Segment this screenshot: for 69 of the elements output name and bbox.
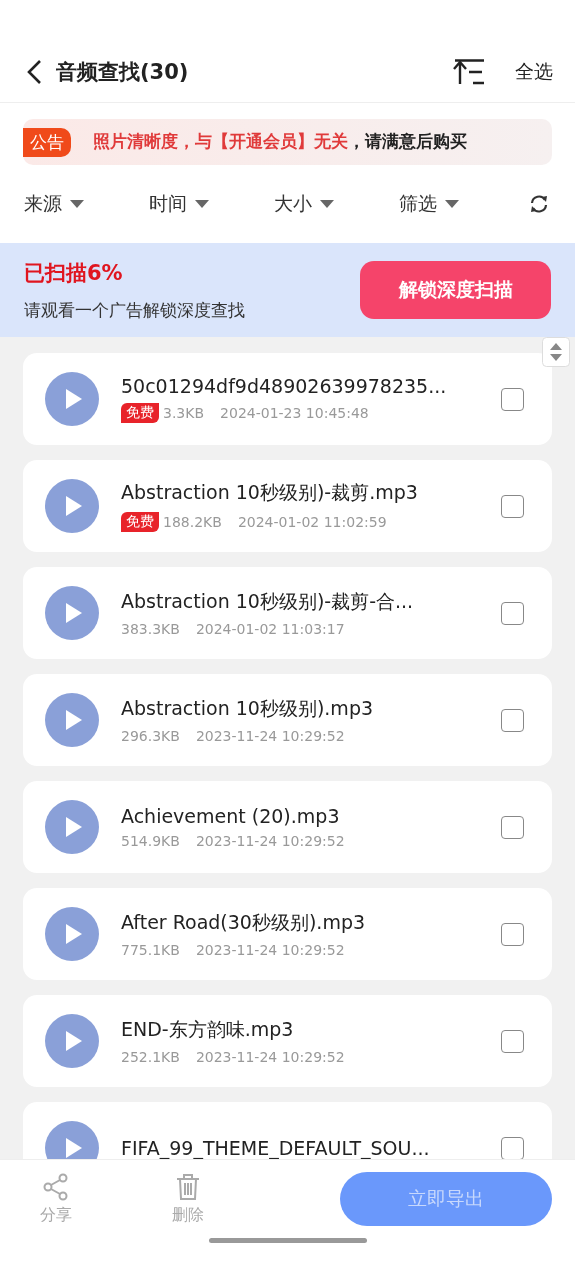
file-time: 2023-11-24 10:29:52	[195, 728, 345, 744]
file-size: 383.3KB	[121, 621, 180, 637]
checkbox[interactable]	[501, 494, 524, 518]
file-name: Achievement (20).mp3	[121, 805, 341, 827]
file-time: 2024-01-23 10:45:48	[220, 405, 369, 421]
file-size: 514.9KB	[121, 833, 180, 849]
scroll-handle-icon[interactable]	[542, 337, 570, 367]
back-icon[interactable]	[26, 59, 42, 85]
file-time: 2023-11-24 10:29:52	[195, 833, 345, 849]
free-tag: 免费	[121, 403, 159, 423]
filter-dropdown[interactable]: 筛选	[399, 191, 524, 217]
file-size: 296.3KB	[121, 728, 180, 744]
share-icon	[42, 1172, 70, 1201]
file-size: 775.1KB	[121, 942, 180, 958]
scan-hint: 请观看一个广告解锁深度查找	[24, 298, 245, 322]
file-time: 2023-11-24 10:29:52	[195, 1049, 345, 1065]
file-card[interactable]: Achievement (20).mp3 514.9KB 2023-11-24 10:29:52	[23, 781, 552, 873]
file-time: 2024-01-02 11:03:17	[195, 621, 345, 637]
file-name: Abstraction 10秒级别)-裁剪-合...	[121, 589, 415, 614]
file-name: FIFA_99_THEME_DEFAULT_SOU...	[121, 1137, 431, 1159]
page-title: 音频查找(30)	[56, 59, 190, 86]
notice-badge: 公告	[23, 127, 71, 157]
caret-icon	[70, 199, 84, 209]
file-card[interactable]: Abstraction 10秒级别)-裁剪.mp3 免费 188.2KB 2024-01-02 11:02:59	[23, 460, 552, 552]
checkbox[interactable]	[501, 1029, 524, 1053]
file-card[interactable]: 50c01294df9d48902639978235... 免费 3.3KB 2024-01-23 10:45:48	[23, 353, 552, 445]
play-icon[interactable]	[45, 1121, 99, 1159]
trash-icon	[174, 1172, 202, 1201]
filter-dropdown[interactable]: 时间	[149, 191, 274, 217]
file-size: 188.2KB	[163, 514, 222, 530]
file-time: 2023-11-24 10:29:52	[195, 942, 345, 958]
file-card[interactable]: Abstraction 10秒级别)-裁剪-合... 383.3KB 2024-01-02 11:03:17	[23, 567, 552, 659]
file-card[interactable]: END-东方韵味.mp3 252.1KB 2023-11-24 10:29:52	[23, 995, 552, 1087]
checkbox[interactable]	[501, 922, 524, 946]
play-icon[interactable]	[45, 800, 99, 854]
refresh-icon[interactable]	[529, 194, 549, 214]
free-tag: 免费	[121, 512, 159, 532]
checkbox[interactable]	[501, 815, 524, 839]
file-size: 3.3KB	[163, 405, 205, 421]
file-name: After Road(30秒级别).mp3	[121, 910, 367, 935]
checkbox[interactable]	[501, 708, 524, 732]
file-card[interactable]: FIFA_99_THEME_DEFAULT_SOU...	[23, 1102, 552, 1159]
caret-icon	[320, 199, 334, 209]
file-name: 50c01294df9d48902639978235...	[121, 375, 448, 397]
file-size: 252.1KB	[121, 1049, 180, 1065]
caret-icon	[195, 199, 209, 209]
sort-icon[interactable]	[453, 59, 485, 85]
caret-icon	[445, 199, 459, 209]
select-all-button[interactable]: 全选	[515, 59, 553, 85]
play-icon[interactable]	[45, 693, 99, 747]
checkbox[interactable]	[501, 601, 524, 625]
play-icon[interactable]	[45, 372, 99, 426]
file-time: 2024-01-02 11:02:59	[237, 514, 387, 530]
play-icon[interactable]	[45, 586, 99, 640]
play-icon[interactable]	[45, 907, 99, 961]
filter-dropdown[interactable]: 来源	[24, 191, 149, 217]
scan-status: 已扫描6%	[24, 259, 124, 287]
unlock-scan-button[interactable]: 解锁深度扫描	[360, 261, 551, 319]
play-icon[interactable]	[45, 1014, 99, 1068]
file-name: Abstraction 10秒级别).mp3	[121, 696, 375, 721]
checkbox[interactable]	[501, 387, 524, 411]
notice-text: 照片清晰度，与【开通会员】无关，请满意后购买	[93, 131, 467, 153]
checkbox[interactable]	[501, 1136, 524, 1159]
file-card[interactable]: Abstraction 10秒级别).mp3 296.3KB 2023-11-24 10:29:52	[23, 674, 552, 766]
file-card[interactable]: After Road(30秒级别).mp3 775.1KB 2023-11-24 10:29:52	[23, 888, 552, 980]
filter-dropdown[interactable]: 大小	[274, 191, 399, 217]
play-icon[interactable]	[45, 479, 99, 533]
file-name: Abstraction 10秒级别)-裁剪.mp3	[121, 480, 419, 505]
file-name: END-东方韵味.mp3	[121, 1017, 295, 1042]
